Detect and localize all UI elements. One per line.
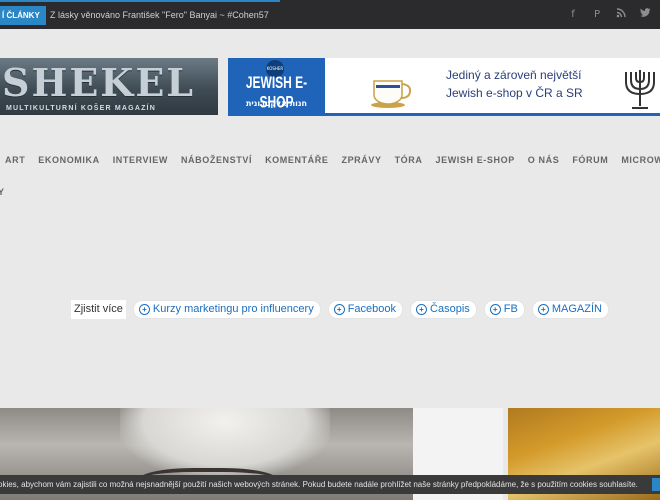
banner-bottom-line [228, 113, 660, 116]
plus-icon: + [537, 304, 549, 315]
jewish-eshop-banner[interactable]: KOSHER JEWISH E-SHOP חנות אלקטרונית Jedi… [228, 58, 660, 116]
plus-icon: + [416, 304, 428, 315]
social-links: f P [566, 0, 652, 29]
cookie-accept-button[interactable] [652, 478, 660, 491]
nav-item-interview[interactable]: INTERVIEW [113, 154, 168, 166]
nav-item-microweby[interactable]: MICROWEBY [621, 154, 660, 166]
banner-line-1: Jediný a zároveň největší [446, 68, 582, 82]
nav-item-komentare[interactable]: KOMENTÁŘE [265, 154, 328, 166]
ad-chip[interactable]: + Facebook [327, 300, 404, 319]
plus-icon: + [138, 304, 150, 315]
cookie-notice: okies, abychom vám zajistili co možná ne… [0, 475, 660, 494]
banner-hebrew-text: חנות אלקטרונית [245, 99, 308, 108]
top-bar: Í ČLÁNKY Z lásky věnováno František "Fer… [0, 0, 660, 29]
news-ticker[interactable]: Z lásky věnováno František "Fero" Banyai… [50, 6, 269, 25]
ad-chip[interactable]: + FB [483, 300, 525, 319]
ad-chip-label: FB [503, 303, 518, 315]
kiddush-cup-icon [371, 80, 412, 108]
plus-icon: + [489, 304, 501, 315]
cookie-notice-text: okies, abychom vám zajistili co možná ne… [0, 480, 638, 489]
ad-chip[interactable]: + Kurzy marketingu pro influencery [132, 300, 321, 319]
ad-chip-label: Časopis [430, 303, 470, 315]
main-nav: ART EKONOMIKA INTERVIEW NÁBOŽENSTVÍ KOME… [5, 154, 660, 166]
nav-overflow-item[interactable]: Y [0, 187, 4, 197]
logo-title: SHEKEL [2, 60, 196, 105]
ad-learn-more-label: Zjistit více [71, 300, 126, 319]
menorah-icon [625, 70, 655, 109]
facebook-icon[interactable]: f [566, 9, 580, 20]
ad-chip[interactable]: + MAGAZÍN [531, 300, 609, 319]
pinterest-icon[interactable]: P [590, 9, 604, 20]
latest-articles-label[interactable]: Í ČLÁNKY [0, 6, 46, 25]
rss-icon[interactable] [614, 8, 628, 21]
nav-item-art[interactable]: ART [5, 154, 25, 166]
plus-icon: + [333, 304, 345, 315]
ad-chip-label: Facebook [347, 303, 397, 315]
nav-item-o-nas[interactable]: O NÁS [528, 154, 560, 166]
twitter-icon[interactable] [638, 8, 652, 21]
ad-chip-label: MAGAZÍN [551, 303, 602, 315]
nav-item-zpravy[interactable]: ZPRÁVY [341, 154, 381, 166]
nav-item-forum[interactable]: FÓRUM [572, 154, 608, 166]
nav-item-ekonomika[interactable]: EKONOMIKA [38, 154, 99, 166]
ad-chip-label: Kurzy marketingu pro influencery [152, 303, 314, 315]
site-logo[interactable]: SHEKEL MULTIKULTURNÍ KOŠER MAGAZÍN [0, 58, 218, 115]
logo-subtitle: MULTIKULTURNÍ KOŠER MAGAZÍN [6, 105, 156, 112]
nav-item-tora[interactable]: TÓRA [395, 154, 423, 166]
ad-chip[interactable]: + Časopis [410, 300, 477, 319]
ad-chips: Zjistit více + Kurzy marketingu pro influ… [71, 300, 609, 319]
nav-item-nabozenstvi[interactable]: NÁBOŽENSTVÍ [181, 154, 252, 166]
nav-item-jewish-eshop[interactable]: JEWISH E-SHOP [435, 154, 514, 166]
banner-line-2: Jewish e-shop v ČR a SR [446, 86, 583, 100]
top-accent-line [0, 0, 280, 2]
